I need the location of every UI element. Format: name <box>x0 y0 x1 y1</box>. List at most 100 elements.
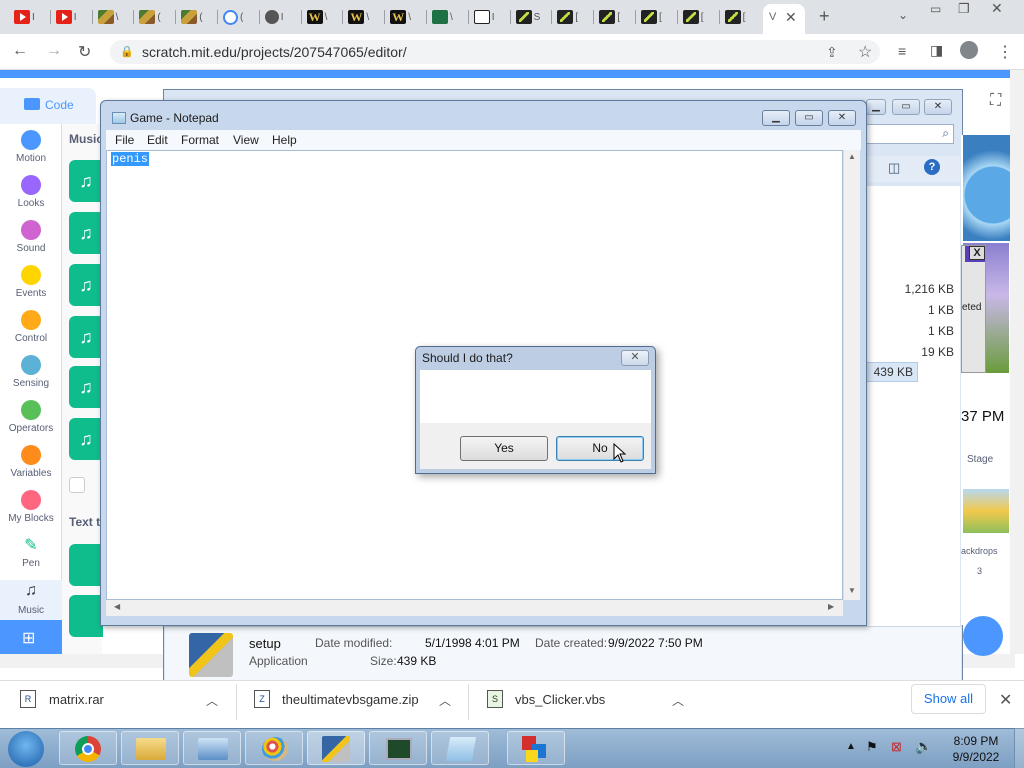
paint-taskbar-button[interactable] <box>245 731 303 765</box>
scroll-up-icon[interactable]: ▲ <box>848 152 856 161</box>
choose-sprite-button[interactable] <box>963 616 1003 656</box>
text-to-speech-block[interactable] <box>69 595 103 637</box>
music-block[interactable]: ♫ <box>69 264 103 306</box>
notepad-vertical-scrollbar[interactable]: ▲ ▼ <box>843 150 860 600</box>
notepad-horizontal-scrollbar[interactable]: ◀ ▶ <box>106 600 843 616</box>
category-music[interactable]: ♫ Music <box>0 580 62 625</box>
control-panel-taskbar-button[interactable] <box>183 731 241 765</box>
explorer-close-button[interactable]: ✕ <box>924 99 952 115</box>
network-icon[interactable]: ⊠ <box>891 739 902 755</box>
category-sound[interactable]: Sound <box>0 220 62 254</box>
category-motion[interactable]: Motion <box>0 130 62 164</box>
cmd-taskbar-button[interactable] <box>369 731 427 765</box>
browser-menu-icon[interactable]: ⋮ <box>997 42 1013 62</box>
scroll-right-icon[interactable]: ▶ <box>828 602 834 611</box>
download-item[interactable]: matrix.rar <box>49 692 104 707</box>
dialog-close-button[interactable]: ✕ <box>621 350 649 366</box>
tab-search-icon[interactable]: ⌄ <box>898 8 908 22</box>
category-sensing[interactable]: Sensing <box>0 355 62 389</box>
explorer-taskbar-button[interactable] <box>121 731 179 765</box>
close-window-icon[interactable]: ✕ <box>991 0 1003 17</box>
browser-tab[interactable]: [ <box>557 6 583 28</box>
url-text[interactable]: scratch.mit.edu/projects/207547065/edito… <box>142 44 407 60</box>
bookmark-star-icon[interactable]: ☆ <box>858 42 872 62</box>
music-block[interactable]: ♫ <box>69 418 103 460</box>
add-extension-button[interactable]: ⊞ <box>0 620 62 654</box>
active-tab[interactable]: V ✕ <box>763 4 805 34</box>
browser-tab[interactable]: \ <box>432 6 458 28</box>
category-operators[interactable]: Operators <box>0 400 62 434</box>
category-pen[interactable]: ✎ Pen <box>0 535 62 569</box>
fullscreen-icon[interactable]: ⛶ <box>990 92 1001 110</box>
browser-tab[interactable]: \ <box>97 6 124 28</box>
popup-close-icon[interactable]: X <box>969 246 985 260</box>
explorer-minimize-button[interactable]: ▁ <box>866 99 886 115</box>
text-to-speech-block[interactable] <box>69 544 103 586</box>
music-block[interactable]: ♫ <box>69 366 103 408</box>
no-button[interactable]: No <box>556 436 644 461</box>
category-control[interactable]: Control <box>0 310 62 344</box>
browser-tab[interactable]: W \ <box>306 6 333 28</box>
browser-tab[interactable]: I <box>264 6 291 28</box>
system-clock[interactable]: 8:09 PM 9/9/2022 <box>948 733 1004 765</box>
menu-file[interactable]: File <box>115 133 134 147</box>
browser-tab[interactable]: W \ <box>390 6 416 28</box>
menu-edit[interactable]: Edit <box>147 133 168 147</box>
music-block[interactable]: ♫ <box>69 212 103 254</box>
forward-icon[interactable]: → <box>46 42 62 60</box>
back-icon[interactable]: ← <box>12 42 28 60</box>
browser-tab[interactable]: [ <box>641 6 667 28</box>
browser-tab[interactable]: ( <box>181 6 207 28</box>
browser-tab[interactable]: ( <box>139 6 165 28</box>
show-desktop-button[interactable] <box>1014 728 1024 768</box>
category-my-blocks[interactable]: My Blocks <box>0 490 62 524</box>
lock-icon[interactable]: 🔒 <box>120 45 134 58</box>
music-block[interactable]: ♫ <box>69 316 103 358</box>
side-panel-icon[interactable]: ◨ <box>930 42 943 59</box>
chevron-up-icon[interactable]: ︿ <box>672 692 684 709</box>
explorer-search-box[interactable]: ⌕ <box>866 124 954 144</box>
selected-text[interactable]: penis <box>111 152 150 166</box>
show-all-button[interactable]: Show all <box>911 684 986 714</box>
browser-tab[interactable]: ( <box>223 6 249 28</box>
notepad-taskbar-button[interactable] <box>431 731 489 765</box>
profile-avatar[interactable] <box>960 41 978 59</box>
start-button[interactable] <box>8 731 44 767</box>
selected-file-row[interactable]: 439 KB <box>866 362 918 382</box>
action-center-icon[interactable]: ⚑ <box>866 739 878 755</box>
new-tab-icon[interactable]: + <box>819 6 830 27</box>
stage-thumbnail[interactable] <box>963 489 1009 533</box>
close-tab-icon[interactable]: ✕ <box>785 9 797 26</box>
category-events[interactable]: Events <box>0 265 62 299</box>
browser-tab[interactable]: I <box>55 6 82 28</box>
browser-tab[interactable]: [ <box>724 6 751 28</box>
explorer-maximize-button[interactable]: ▭ <box>892 99 920 115</box>
show-hidden-icons[interactable]: ▲ <box>846 741 856 752</box>
scroll-left-icon[interactable]: ◀ <box>114 602 120 611</box>
media-control-icon[interactable]: ≡ <box>898 43 906 59</box>
music-block[interactable]: ♫ <box>69 160 103 202</box>
category-variables[interactable]: Variables <box>0 445 62 479</box>
yes-button[interactable]: Yes <box>460 436 548 461</box>
help-icon[interactable]: ? <box>924 159 940 175</box>
scroll-down-icon[interactable]: ▼ <box>848 586 856 595</box>
setup-taskbar-button[interactable] <box>307 731 365 765</box>
notepad-maximize-button[interactable]: ▭ <box>795 110 823 126</box>
download-item[interactable]: theultimatevbsgame.zip <box>282 692 419 707</box>
browser-tab[interactable]: I <box>473 6 500 28</box>
page-scrollbar[interactable] <box>1010 70 1024 654</box>
menu-help[interactable]: Help <box>272 133 297 147</box>
tab-code[interactable]: Code <box>0 88 96 124</box>
browser-tab[interactable]: W \ <box>348 6 374 28</box>
share-icon[interactable]: ⇪ <box>826 44 838 61</box>
menu-format[interactable]: Format <box>181 133 219 147</box>
preview-pane-icon[interactable]: ◫ <box>888 160 900 176</box>
chrome-taskbar-button[interactable] <box>59 731 117 765</box>
chevron-up-icon[interactable]: ︿ <box>206 692 218 709</box>
browser-tab[interactable]: S <box>515 6 542 28</box>
menu-view[interactable]: View <box>233 133 259 147</box>
volume-icon[interactable]: 🔈 <box>915 738 932 755</box>
browser-tab[interactable]: [ <box>682 6 709 28</box>
close-downloads-icon[interactable]: ✕ <box>999 690 1012 710</box>
notepad-minimize-button[interactable]: ▁ <box>762 110 790 126</box>
